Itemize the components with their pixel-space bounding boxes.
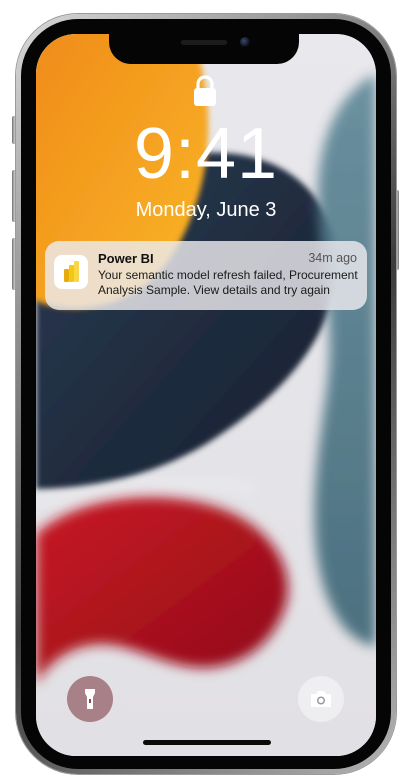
camera-button[interactable] [298, 676, 344, 722]
flashlight-icon [85, 689, 95, 709]
notch [109, 34, 299, 64]
front-camera [240, 37, 250, 47]
lock-icon [194, 75, 216, 106]
camera-icon [311, 691, 331, 707]
lock-screen-time: 9:41 [133, 114, 279, 194]
notification-message: Your semantic model refresh failed, Proc… [98, 268, 358, 297]
power-bi-notification[interactable]: Power BI 34m ago Your semantic model ref… [45, 241, 367, 310]
flashlight-button[interactable] [67, 676, 113, 722]
page: 9:41 Monday, June 3 Power BI 34m ago You… [0, 0, 411, 784]
lock-screen-date: Monday, June 3 [135, 199, 277, 221]
notification-app-name: Power BI [98, 251, 154, 266]
lock-screen: 9:41 Monday, June 3 Power BI 34m ago You… [36, 34, 376, 756]
notification-timestamp: 34m ago [308, 251, 357, 265]
home-indicator[interactable] [143, 740, 271, 745]
power-bi-icon [54, 255, 88, 289]
earpiece-speaker [181, 40, 227, 45]
